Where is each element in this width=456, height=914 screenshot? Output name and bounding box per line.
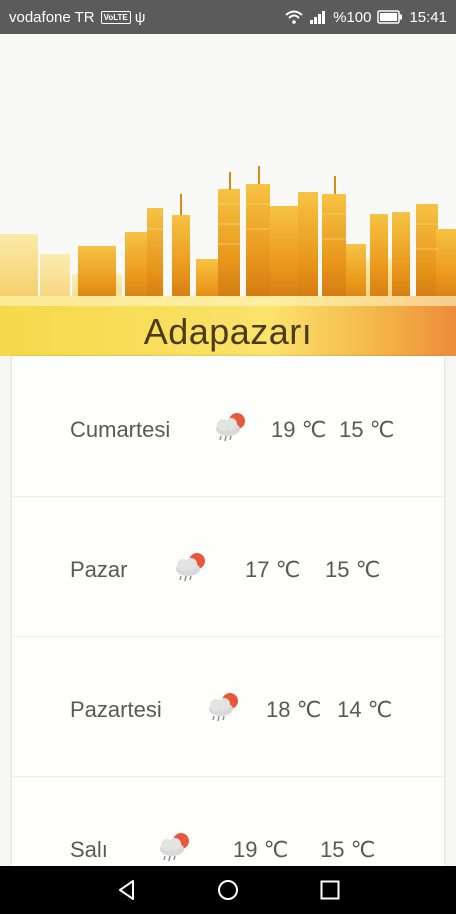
wifi-icon [285,10,303,24]
rain-cloud-sun-icon [216,413,245,442]
temp-low: 14 ℃ [337,697,393,722]
status-left: vodafone TR VoLTE ψ [9,9,145,26]
status-right: %100 15:41 [285,9,447,26]
battery-icon [377,10,403,24]
rain-cloud-sun-icon [176,553,205,582]
forecast-row[interactable]: Salı 19 ℃ 15 ℃ [12,776,444,866]
carrier-name: vodafone TR [9,8,95,26]
home-circle-icon[interactable] [216,878,240,902]
day-label: Pazartesi [70,697,162,722]
back-triangle-icon[interactable] [115,878,139,902]
rain-cloud-sun-icon [209,693,238,722]
temp-low: 15 ℃ [339,417,395,442]
temp-low: 15 ℃ [320,837,376,862]
temp-high: 19 ℃ [271,417,327,442]
usb-icon: ψ [134,8,146,26]
status-bar: vodafone TR VoLTE ψ %100 15:41 [0,0,456,34]
volte-icon: VoLTE [100,10,131,24]
temp-low: 15 ℃ [325,557,381,582]
city-name: Adapazarı [143,311,313,352]
forecast-row[interactable]: Pazar 17 ℃ 15 ℃ [12,496,444,637]
day-label: Salı [70,837,108,862]
navigation-bar [0,866,456,914]
temp-high: 18 ℃ [266,697,322,722]
temp-high: 17 ℃ [245,557,301,582]
day-label: Pazar [70,557,128,582]
battery-percent: %100 [333,8,372,26]
rain-cloud-sun-icon [160,833,189,862]
forecast-row[interactable]: Pazartesi 18 ℃ 14 ℃ [12,636,444,777]
clock: 15:41 [409,8,447,26]
recents-square-icon[interactable] [318,878,342,902]
temp-high: 19 ℃ [233,837,289,862]
forecast-row[interactable]: Cumartesi 19 ℃ 15 ℃ [12,356,444,497]
city-header: Adapazarı [0,34,456,356]
forecast-list[interactable]: Cumartesi 19 ℃ 15 ℃ Pazar 17 ℃ 15 ℃ Paza… [12,356,444,866]
day-label: Cumartesi [70,417,171,442]
city-skyline-banner [0,166,456,356]
signal-icon [309,10,327,24]
